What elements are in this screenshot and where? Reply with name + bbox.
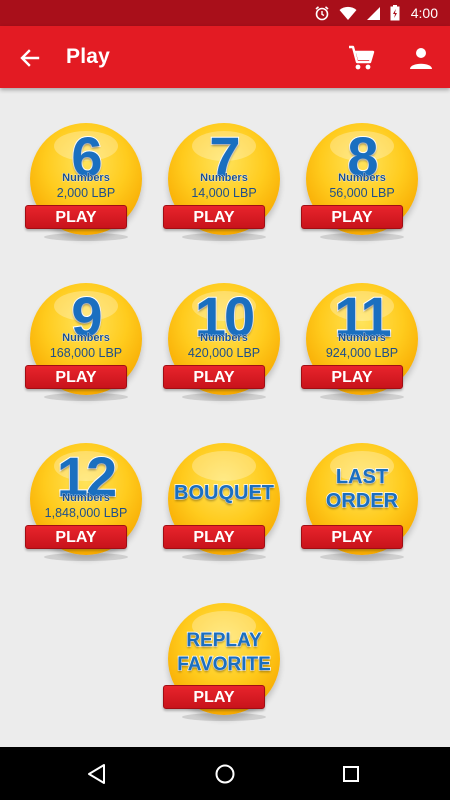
nav-home-button[interactable] bbox=[208, 757, 242, 791]
play-button[interactable]: PLAY bbox=[301, 525, 403, 549]
alarm-icon bbox=[315, 6, 329, 21]
price: 1,848,000 LBP bbox=[44, 506, 128, 520]
play-card-bouquet[interactable]: BOUQUET PLAY bbox=[158, 443, 290, 568]
nav-recents-button[interactable] bbox=[334, 757, 368, 791]
page-title: Play bbox=[66, 45, 110, 68]
play-button[interactable]: PLAY bbox=[163, 685, 265, 709]
play-button[interactable]: PLAY bbox=[163, 365, 265, 389]
play-button[interactable]: PLAY bbox=[25, 525, 127, 549]
numbers-label: Numbers bbox=[200, 332, 248, 345]
card-title-line-1: LAST bbox=[335, 465, 389, 489]
person-icon bbox=[410, 48, 432, 69]
status-icons: 4:00 bbox=[314, 4, 438, 22]
price: 56,000 LBP bbox=[329, 186, 395, 200]
play-button[interactable]: PLAY bbox=[163, 205, 265, 229]
nav-recents-icon bbox=[343, 766, 359, 782]
price: 168,000 LBP bbox=[49, 346, 123, 360]
back-button[interactable] bbox=[14, 42, 46, 74]
cart-button[interactable] bbox=[344, 41, 378, 75]
clock: 4:00 bbox=[410, 5, 438, 21]
card-title: BOUQUET bbox=[173, 481, 275, 505]
play-grid: 6 Numbers 2,000 LBP PLAY 7 Numbers 14,00… bbox=[0, 88, 450, 747]
price: 420,000 LBP bbox=[187, 346, 261, 360]
play-button[interactable]: PLAY bbox=[25, 205, 127, 229]
play-button[interactable]: PLAY bbox=[163, 525, 265, 549]
signal-icon bbox=[366, 6, 380, 20]
nav-back-button[interactable] bbox=[80, 757, 114, 791]
numbers-label: Numbers bbox=[62, 332, 110, 345]
account-button[interactable] bbox=[404, 41, 438, 75]
play-card-6-numbers[interactable]: 6 Numbers 2,000 LBP PLAY bbox=[20, 123, 152, 248]
status-bar: 4:00 bbox=[0, 0, 450, 26]
play-button[interactable]: PLAY bbox=[25, 365, 127, 389]
play-button[interactable]: PLAY bbox=[301, 205, 403, 229]
numbers-label: Numbers bbox=[62, 492, 110, 505]
wifi-icon bbox=[339, 6, 357, 20]
price: 14,000 LBP bbox=[191, 186, 257, 200]
play-card-10-numbers[interactable]: 10 Numbers 420,000 LBP PLAY bbox=[158, 283, 290, 408]
play-card-replay-favorite[interactable]: REPLAY FAVORITE PLAY bbox=[158, 603, 290, 728]
play-card-11-numbers[interactable]: 11 Numbers 924,000 LBP PLAY bbox=[296, 283, 428, 408]
card-title-line-1: REPLAY bbox=[186, 629, 263, 652]
card-title-line-2: FAVORITE bbox=[176, 653, 271, 676]
play-card-last-order[interactable]: LAST ORDER PLAY bbox=[296, 443, 428, 568]
play-card-8-numbers[interactable]: 8 Numbers 56,000 LBP PLAY bbox=[296, 123, 428, 248]
numbers-label: Numbers bbox=[62, 172, 110, 185]
numbers-label: Numbers bbox=[338, 332, 386, 345]
battery-icon bbox=[390, 5, 400, 21]
app-bar: Play bbox=[0, 26, 450, 88]
nav-home-icon bbox=[215, 764, 235, 784]
play-button[interactable]: PLAY bbox=[301, 365, 403, 389]
play-card-9-numbers[interactable]: 9 Numbers 168,000 LBP PLAY bbox=[20, 283, 152, 408]
play-card-12-numbers[interactable]: 12 Numbers 1,848,000 LBP PLAY bbox=[20, 443, 152, 568]
numbers-label: Numbers bbox=[200, 172, 248, 185]
price: 2,000 LBP bbox=[56, 186, 116, 200]
play-card-7-numbers[interactable]: 7 Numbers 14,000 LBP PLAY bbox=[158, 123, 290, 248]
price: 924,000 LBP bbox=[325, 346, 399, 360]
card-title-line-2: ORDER bbox=[325, 489, 399, 513]
cart-icon bbox=[349, 45, 375, 70]
navigation-bar bbox=[0, 747, 450, 800]
arrow-back-icon bbox=[20, 49, 40, 67]
numbers-label: Numbers bbox=[338, 172, 386, 185]
nav-back-icon bbox=[88, 764, 105, 784]
